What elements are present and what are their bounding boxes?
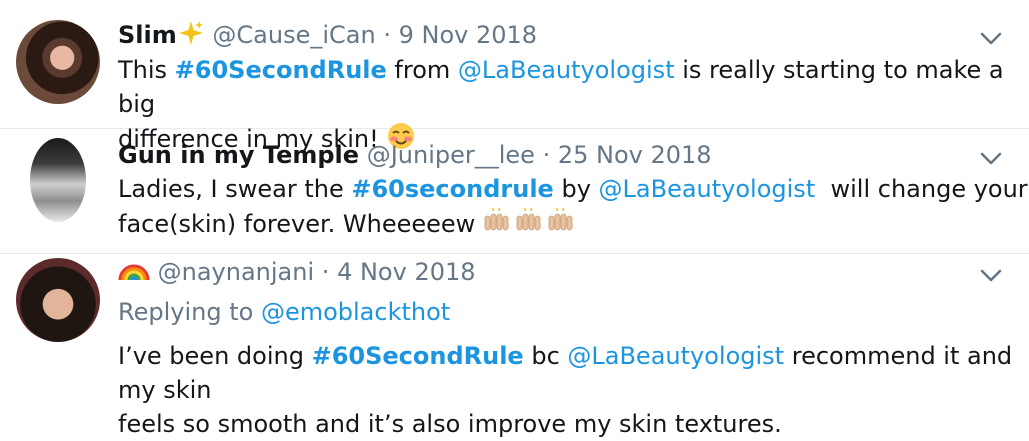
- text-segment: face(skin) forever. Wheeeeew: [118, 210, 483, 238]
- mention-link[interactable]: @LaBeautyologist: [458, 56, 675, 84]
- tweet-text: I’ve been doing #60SecondRule bc @LaBeau…: [118, 339, 1029, 441]
- mention-link[interactable]: @LaBeautyologist: [599, 175, 816, 203]
- handle[interactable]: @Cause_iCan: [212, 21, 375, 49]
- tweet-date[interactable]: 4 Nov 2018: [337, 258, 475, 286]
- hashtag-link[interactable]: #60SecondRule: [175, 56, 387, 84]
- text-segment: This: [118, 56, 175, 84]
- reply-mention-link[interactable]: @emoblackthot: [261, 298, 450, 326]
- display-name[interactable]: Gun in my Temple: [118, 141, 359, 169]
- tweet-header: Slim @Cause_iCan · 9 Nov 2018: [118, 19, 537, 54]
- tweet-header: Gun in my Temple @Juniper__lee · 25 Nov …: [118, 140, 712, 170]
- text-segment: feels so smooth and it’s also improve my…: [118, 410, 782, 438]
- chevron-down-icon[interactable]: [979, 26, 1003, 50]
- text-segment: by: [553, 175, 599, 203]
- tweet-date[interactable]: 25 Nov 2018: [558, 141, 712, 169]
- avatar[interactable]: [30, 138, 86, 222]
- tweet-header: @naynanjani · 4 Nov 2018: [118, 256, 476, 291]
- hashtag-link[interactable]: #60SecondRule: [312, 342, 524, 370]
- tweet-text-line: Ladies, I swear the #60secondrule by @La…: [118, 172, 1028, 206]
- tweet-date[interactable]: 9 Nov 2018: [399, 21, 537, 49]
- separator: ·: [383, 21, 391, 49]
- text-segment: will change your: [815, 175, 1028, 203]
- sparkles-icon: [177, 19, 205, 54]
- tweet-text-line: face(skin) forever. Wheeeeew: [118, 206, 1028, 245]
- separator: ·: [542, 141, 551, 169]
- mention-link[interactable]: @LaBeautyologist: [567, 342, 784, 370]
- tweet-text-line: This #60SecondRule from @LaBeautyologist…: [118, 53, 1029, 121]
- avatar[interactable]: [16, 258, 100, 342]
- tweet-text: Ladies, I swear the #60secondrule by @La…: [118, 172, 1028, 245]
- replying-label: Replying to: [118, 298, 261, 326]
- tweet-text-line: feels so smooth and it’s also improve my…: [118, 407, 1029, 441]
- text-segment: Ladies, I swear the: [118, 175, 352, 203]
- replying-to: Replying to @emoblackthot: [118, 295, 450, 329]
- rainbow-icon: [118, 256, 150, 291]
- tweet-item[interactable]: Gun in my Temple @Juniper__lee · 25 Nov …: [0, 128, 1029, 254]
- avatar[interactable]: [16, 20, 100, 104]
- chevron-down-icon[interactable]: [979, 263, 1003, 287]
- tweet-item[interactable]: @naynanjani · 4 Nov 2018 Replying to @em…: [0, 253, 1029, 438]
- text-segment: I’ve been doing: [118, 342, 312, 370]
- handle[interactable]: @naynanjani: [158, 258, 315, 286]
- tweet-text-line: I’ve been doing #60SecondRule bc @LaBeau…: [118, 339, 1029, 407]
- tweet-item[interactable]: Slim @Cause_iCan · 9 Nov 2018 This #60Se…: [0, 0, 1029, 153]
- text-segment: bc: [523, 342, 568, 370]
- raising-hands-icon: [483, 206, 579, 245]
- chevron-down-icon[interactable]: [979, 146, 1003, 170]
- separator: ·: [321, 258, 330, 286]
- handle[interactable]: @Juniper__lee: [367, 141, 535, 169]
- display-name[interactable]: Slim: [118, 21, 177, 49]
- text-segment: from: [386, 56, 458, 84]
- hashtag-link[interactable]: #60secondrule: [351, 175, 553, 203]
